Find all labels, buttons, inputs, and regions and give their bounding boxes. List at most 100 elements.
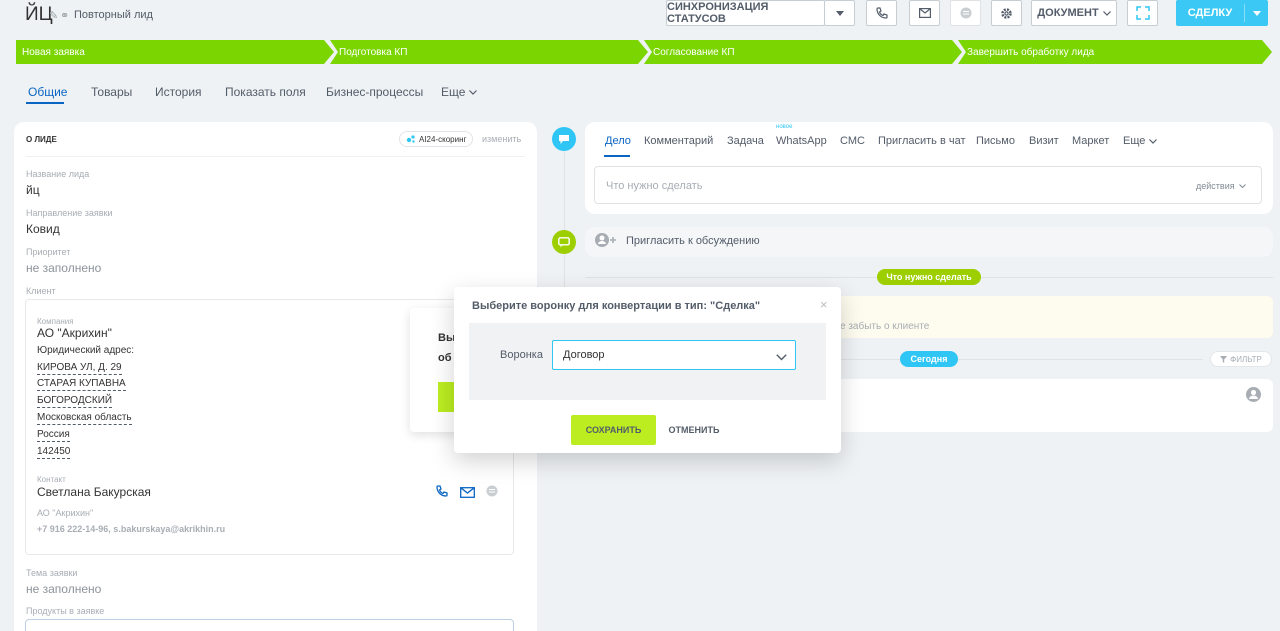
comment-icon (552, 230, 576, 254)
chevron-down-icon (469, 89, 478, 95)
cancel-button[interactable]: ОТМЕНИТЬ (664, 415, 724, 445)
tab-comment[interactable]: Комментарий (644, 135, 713, 147)
address-line[interactable]: КИРОВА УЛ, Д. 29 (37, 362, 122, 375)
ai-icon (406, 135, 415, 143)
lead-name-value: йц (26, 183, 40, 197)
client-label: Клиент (26, 286, 56, 296)
chevron-down-icon (776, 348, 787, 366)
document-button[interactable]: ДОКУМЕНТ (1031, 0, 1117, 26)
stage-label: Подготовка КП (339, 46, 408, 58)
contact-info: +7 916 222-14-96, s.bakurskaya@akrikhin.… (37, 524, 226, 534)
tab-activity[interactable]: Дело (605, 135, 631, 147)
todo-placeholder: Что нужно сделать (606, 180, 703, 192)
address-line[interactable]: БОГОРОДСКИЙ (37, 395, 113, 408)
save-button[interactable]: СОХРАНИТЬ (571, 415, 656, 445)
add-user-icon (594, 232, 618, 255)
deal-button-label: СДЕЛКУ (1187, 7, 1233, 19)
tab-email[interactable]: Письмо (976, 135, 1015, 147)
tab-history[interactable]: История (155, 85, 202, 99)
filter-icon (1220, 355, 1228, 363)
deal-dropdown[interactable] (1245, 10, 1268, 16)
email-button[interactable] (909, 0, 940, 26)
tab-more-label: Еще (441, 85, 466, 99)
todo-pill: Что нужно сделать (877, 269, 981, 285)
tab-task[interactable]: Задача (727, 135, 764, 147)
activity-icon (552, 127, 576, 151)
lead-subtitle: Повторный лид (74, 9, 153, 21)
chat-button[interactable] (950, 0, 981, 26)
tab-whatsapp[interactable]: WhatsApp (776, 135, 827, 147)
timeline-divider (800, 359, 1203, 360)
filter-button[interactable]: ФИЛЬТР (1210, 351, 1272, 367)
document-label: ДОКУМЕНТ (1037, 7, 1099, 19)
invite-label: Пригласить к обсуждению (626, 235, 760, 247)
stage-new[interactable]: Новая заявка (16, 40, 334, 64)
section-title: О ЛИДЕ (26, 135, 57, 144)
topic-value: не заполнено (26, 582, 102, 596)
stage-label: Согласование КП (653, 46, 735, 58)
products-label: Продукты в заявке (26, 606, 105, 616)
products-field[interactable] (25, 619, 514, 631)
contact-name[interactable]: Светлана Бакурская (37, 485, 151, 499)
ai-scoring-label: AI24-скоринг (419, 134, 467, 144)
stage-prepare-offer[interactable]: Подготовка КП (330, 40, 648, 64)
tab-general[interactable]: Общие (28, 85, 67, 99)
tab-products[interactable]: Товары (91, 85, 132, 99)
cancel-label: ОТМЕНИТЬ (668, 425, 720, 435)
priority-value: не заполнено (26, 261, 102, 275)
address-line[interactable]: 142450 (37, 446, 71, 459)
address-line[interactable]: Московская область (37, 412, 132, 425)
lead-name-label: Название лида (26, 169, 90, 179)
contact-email-icon[interactable] (460, 485, 475, 503)
background-popup-text: об (438, 352, 452, 364)
tab-show-fields[interactable]: Показать поля (225, 85, 306, 99)
ai-scoring-badge[interactable]: AI24-скоринг (399, 131, 474, 147)
actions-dropdown[interactable]: действия (1196, 181, 1246, 191)
stage-label: Новая заявка (22, 46, 85, 58)
sync-statuses-label: СИНХРОНИЗАЦИЯ СТАТУСОВ (667, 1, 769, 25)
address-line[interactable]: СТАРАЯ КУПАВНА (37, 378, 126, 391)
caret-down-icon (1252, 10, 1261, 16)
divider (26, 156, 525, 157)
convert-to-deal-button[interactable]: СДЕЛКУ (1176, 0, 1268, 26)
chevron-down-icon (1238, 184, 1246, 188)
tab-invite-chat[interactable]: Пригласить в чат (878, 135, 966, 147)
sync-statuses-button[interactable]: СИНХРОНИЗАЦИЯ СТАТУСОВ (666, 0, 825, 26)
save-label: СОХРАНИТЬ (585, 425, 642, 435)
topic-label: Тема заявки (26, 568, 78, 578)
today-pill: Сегодня (900, 351, 958, 367)
edit-link[interactable]: изменить (482, 134, 521, 144)
address-label: Юридический адрес: (37, 345, 135, 356)
contact-phone-icon[interactable] (436, 484, 448, 502)
funnel-select-value: Договор (563, 349, 605, 361)
tab-business-processes[interactable]: Бизнес-процессы (326, 85, 423, 99)
tab-visit[interactable]: Визит (1029, 135, 1059, 147)
stage-approve-offer[interactable]: Согласование КП (644, 40, 962, 64)
tab-sms[interactable]: СМС (840, 135, 865, 147)
active-tab-indicator (26, 102, 64, 104)
funnel-label: Воронка (500, 349, 543, 361)
address-line[interactable]: Россия (37, 429, 70, 442)
company-name[interactable]: АО "Акрихин" (37, 326, 112, 340)
scan-button[interactable] (1127, 0, 1158, 26)
sync-dropdown-button[interactable] (824, 0, 855, 26)
settings-button[interactable] (991, 0, 1022, 26)
tab-market[interactable]: Маркет (1072, 135, 1109, 147)
edit-icon[interactable]: ✎ (49, 9, 58, 22)
call-button[interactable] (866, 0, 897, 26)
stage-finish[interactable]: Завершить обработку лида (958, 40, 1272, 64)
actions-label: действия (1196, 181, 1235, 191)
user-avatar-icon (1246, 387, 1261, 407)
company-label: Компания (37, 317, 74, 326)
stage-label: Завершить обработку лида (967, 46, 1095, 58)
active-tab-indicator (604, 155, 630, 157)
tab-more-activity[interactable]: Еще (1123, 135, 1158, 147)
close-icon[interactable]: × (820, 297, 828, 312)
link-icon[interactable]: ⚭ (60, 9, 69, 22)
tab-more[interactable]: Еще (441, 85, 478, 99)
contact-chat-icon[interactable] (486, 484, 498, 502)
contact-label: Контакт (37, 475, 66, 484)
scan-icon (1135, 6, 1150, 20)
dialog-title: Выберите воронку для конвертации в тип: … (472, 300, 761, 312)
chevron-down-icon (1102, 10, 1111, 16)
